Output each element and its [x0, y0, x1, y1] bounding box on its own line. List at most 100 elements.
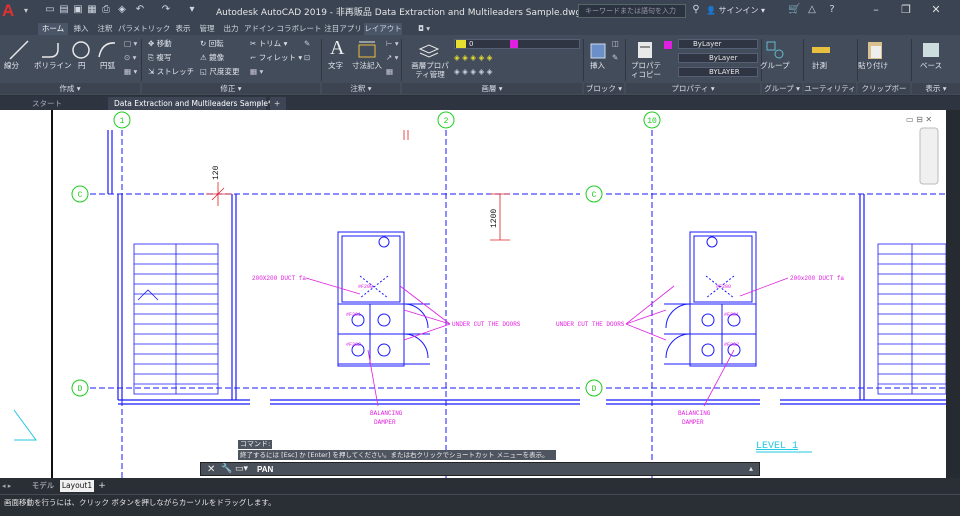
tab-home[interactable]: ホーム	[38, 23, 68, 35]
table-annot-icon[interactable]: ▦	[386, 67, 393, 77]
insert-block-icon[interactable]	[588, 39, 610, 61]
tab-scroll-icon[interactable]: ◂ ▸	[2, 480, 24, 492]
line-label[interactable]: 線分	[4, 61, 19, 71]
drawing-tab[interactable]: Data Extraction and Multileaders Sample*	[108, 97, 272, 110]
customize-command-icon[interactable]: 🔧	[221, 464, 232, 474]
signin-button[interactable]: 👤 サインイン ▾	[706, 5, 786, 16]
rotate-button[interactable]: ↻ 回転	[200, 39, 224, 49]
groups-panel-title[interactable]: グループ ▾	[762, 83, 802, 94]
open-file-icon[interactable]: ▤	[58, 4, 70, 16]
save-as-icon[interactable]: ▦	[86, 4, 98, 16]
leader-icon[interactable]: ⊢ ▾	[386, 39, 399, 49]
explode-icon[interactable]: ⊡	[304, 53, 310, 63]
circle-label[interactable]: 円	[78, 61, 86, 71]
text-icon[interactable]: A	[330, 37, 344, 59]
array-icon[interactable]: ▦ ▾	[250, 67, 263, 77]
navigation-bar[interactable]	[919, 127, 939, 185]
drawing-canvas[interactable]: 1 2 10 C C D D 200X200 DUCT fa UNDER CUT…	[0, 110, 946, 478]
modify-panel-title[interactable]: 修正 ▾	[142, 83, 320, 94]
move-button[interactable]: ✥ 移動	[148, 39, 172, 49]
circle-icon[interactable]	[70, 39, 92, 61]
arc-icon[interactable]	[96, 39, 118, 61]
print-icon[interactable]: ⎙	[100, 4, 112, 16]
close-tab-icon[interactable]: ×	[254, 97, 266, 110]
color-dropdown[interactable]: ByLayer	[678, 39, 758, 49]
mirror-button[interactable]: ⚠ 鏡像	[200, 53, 224, 63]
tab-insert[interactable]: 挿入	[70, 23, 92, 35]
layer-tools-row1-icon[interactable]: ◈ ◈ ◈ ◈ ◈	[454, 53, 492, 63]
tab-layout[interactable]: レイアウト	[364, 23, 402, 35]
start-tab[interactable]: スタート	[26, 97, 106, 110]
new-file-icon[interactable]: ▭	[44, 4, 56, 16]
edit-block-icon[interactable]: ✎	[612, 53, 618, 63]
customize-quick-access-icon[interactable]: ▾	[186, 4, 198, 16]
linetype-dropdown[interactable]: ByLayer	[678, 53, 758, 63]
dimension-icon[interactable]	[356, 39, 378, 61]
add-layout-button[interactable]: +	[96, 480, 108, 492]
stretch-button[interactable]: ⇲ ストレッチ	[148, 67, 194, 77]
recent-commands-icon[interactable]: ▭▾	[235, 464, 248, 474]
plot-icon[interactable]: ◈	[116, 4, 128, 16]
group-icon[interactable]	[764, 39, 786, 61]
tab-annotate[interactable]: 注釈	[94, 23, 116, 35]
rectangle-icon[interactable]: □ ▾	[124, 39, 137, 49]
maximize-button[interactable]: ❐	[896, 3, 916, 16]
model-tab[interactable]: モデル	[26, 480, 60, 492]
fillet-button[interactable]: ⌐ フィレット ▾	[250, 53, 302, 63]
layout1-tab[interactable]: Layout1	[60, 480, 94, 492]
layer-properties-icon[interactable]	[418, 39, 440, 61]
paste-icon[interactable]	[864, 39, 886, 61]
undo-icon[interactable]: ↶	[134, 4, 146, 16]
dimension-label[interactable]: 寸法記入	[352, 61, 382, 71]
redo-icon[interactable]: ↷	[160, 4, 172, 16]
tab-output[interactable]: 出力	[220, 23, 242, 35]
command-expand-icon[interactable]: ▴	[749, 464, 753, 473]
new-tab-button[interactable]: +	[270, 97, 286, 110]
command-input[interactable]: PAN	[257, 465, 273, 474]
paste-label[interactable]: 貼り付け	[858, 61, 888, 71]
layer-on-icon[interactable]	[456, 40, 466, 48]
ribbon-toggle-icon[interactable]: ◘ ▾	[414, 23, 434, 35]
tab-addins[interactable]: アドイン	[244, 23, 274, 35]
vertical-scrollbar[interactable]	[946, 110, 960, 478]
polyline-label[interactable]: ポリライン	[34, 61, 72, 71]
insert-label[interactable]: 挿入	[590, 61, 605, 71]
clipboard-panel-title[interactable]: クリップボード	[858, 83, 910, 104]
close-command-icon[interactable]: ✕	[207, 464, 215, 475]
autodesk-a360-icon[interactable]: △	[806, 4, 818, 16]
tab-manage[interactable]: 管理	[196, 23, 218, 35]
binoculars-icon[interactable]: ⚲	[690, 4, 702, 16]
minimize-button[interactable]: –	[866, 3, 886, 16]
group-label[interactable]: グループ	[760, 61, 790, 71]
measure-icon[interactable]	[810, 39, 832, 61]
line-icon[interactable]	[8, 39, 30, 61]
cart-icon[interactable]: 🛒	[788, 4, 800, 16]
tab-parametric[interactable]: パラメトリック	[118, 23, 170, 35]
arc-label[interactable]: 円弧	[100, 61, 115, 71]
tab-featured-apps[interactable]: 注目アプリ	[324, 23, 362, 35]
utilities-panel-title[interactable]: ユーティリティ ▾	[804, 83, 856, 104]
erase-icon[interactable]: ✎	[304, 39, 310, 49]
copy-button[interactable]: ⎘ 複写	[148, 53, 171, 63]
text-label[interactable]: 文字	[328, 61, 343, 71]
mleader-icon[interactable]: ↗ ▾	[386, 53, 398, 63]
lineweight-dropdown[interactable]: BYLAYER	[678, 67, 758, 77]
viewport-controls-icon[interactable]: ▭ ⊟ ✕	[906, 115, 932, 124]
view-panel-title[interactable]: 表示 ▾	[912, 83, 960, 94]
tab-view[interactable]: 表示	[172, 23, 194, 35]
create-block-icon[interactable]: ◫	[612, 39, 619, 49]
polyline-icon[interactable]	[40, 39, 62, 61]
close-button[interactable]: ✕	[926, 3, 946, 16]
help-icon[interactable]: ?	[826, 4, 838, 16]
layer-properties-label[interactable]: 画層プロパティ管理	[408, 61, 452, 79]
trim-button[interactable]: ✂ トリム ▾	[250, 39, 287, 49]
layers-panel-title[interactable]: 画層 ▾	[402, 83, 582, 94]
block-panel-title[interactable]: ブロック ▾	[584, 83, 624, 94]
base-label[interactable]: ベース	[920, 61, 942, 71]
match-properties-label[interactable]: プロパティコピー	[628, 61, 664, 79]
properties-panel-title[interactable]: プロパティ ▾	[626, 83, 760, 94]
measure-label[interactable]: 計測	[812, 61, 827, 71]
tab-collaborate[interactable]: コラボレート	[276, 23, 322, 35]
app-menu-arrow-icon[interactable]: ▾	[24, 6, 32, 15]
search-input[interactable]: キーワードまたは語句を入力	[578, 4, 686, 18]
